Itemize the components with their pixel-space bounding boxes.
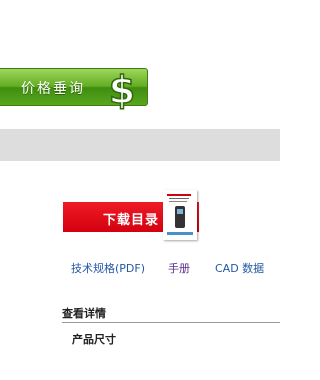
grey-divider-band [0, 129, 280, 161]
thumbnail-text-line [169, 198, 189, 199]
svg-text:$: $ [109, 68, 135, 111]
product-dimensions-label: 产品尺寸 [72, 333, 116, 346]
thumbnail-footer-strip [167, 232, 193, 235]
download-catalog-label: 下载目录 [103, 213, 160, 228]
details-heading: 查看详情 [62, 307, 106, 320]
document-links: 技术规格(PDF) 手册 CAD 数据 [0, 260, 280, 276]
catalog-thumbnail[interactable] [163, 190, 197, 240]
dollar-icon: $ [108, 67, 136, 111]
cad-data-link[interactable]: CAD 数据 [215, 260, 264, 276]
price-inquiry-button[interactable]: 价格垂询 $ [0, 67, 148, 111]
details-divider [62, 322, 280, 323]
thumbnail-device-screen [177, 209, 183, 214]
tech-spec-pdf-link[interactable]: 技术规格(PDF) [71, 260, 145, 276]
page: 价格垂询 $ 下载目录 技术规格(PDF) 手册 CAD 数据 查看详情 产品尺… [0, 0, 280, 380]
thumbnail-text-line [169, 201, 187, 202]
price-inquiry-label: 价格垂询 [21, 81, 85, 97]
thumbnail-brand-strip [167, 194, 191, 196]
manual-link[interactable]: 手册 [168, 260, 190, 276]
